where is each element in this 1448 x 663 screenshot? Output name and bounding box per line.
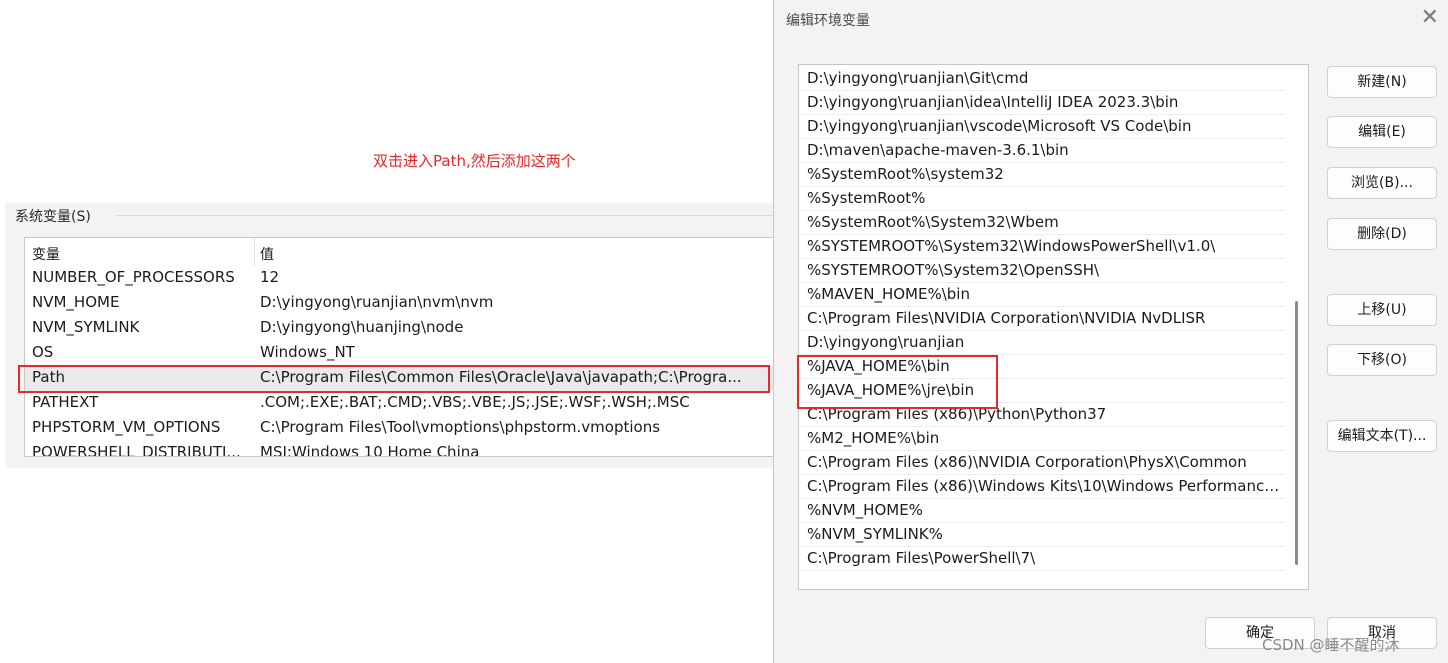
path-entry-text: %SystemRoot%\system32 — [807, 165, 1004, 183]
edit-text-button[interactable]: 编辑文本(T)... — [1327, 420, 1437, 452]
table-row[interactable]: NVM_SYMLINK D:\yingyong\huanjing\node — [25, 316, 775, 341]
list-scrollbar[interactable] — [1295, 301, 1298, 565]
list-item[interactable]: C:\Program Files (x86)\NVIDIA Corporatio… — [799, 451, 1285, 475]
column-header-variable[interactable]: 变量 — [32, 244, 60, 264]
path-entry-text: D:\yingyong\ruanjian\Git\cmd — [807, 69, 1029, 87]
java-home-entries-highlight — [797, 355, 998, 409]
variable-name: PATHEXT — [32, 393, 99, 411]
table-row[interactable]: OS Windows_NT — [25, 341, 775, 366]
move-up-button[interactable]: 上移(U) — [1327, 294, 1437, 326]
variable-value: D:\yingyong\huanjing\node — [260, 318, 464, 336]
path-entry-text: C:\Program Files\PowerShell\7\ — [807, 549, 1036, 567]
list-item[interactable]: D:\yingyong\ruanjian\Git\cmd — [799, 67, 1285, 91]
path-entries-list[interactable]: D:\yingyong\ruanjian\Git\cmd D:\yingyong… — [798, 64, 1309, 590]
path-row-highlight — [18, 365, 770, 393]
system-variables-label: 系统变量(S) — [15, 209, 91, 225]
column-header-value[interactable]: 值 — [260, 244, 274, 264]
variable-value: C:\Program Files\Tool\vmoptions\phpstorm… — [260, 418, 661, 436]
group-divider — [115, 215, 775, 216]
move-down-button[interactable]: 下移(O) — [1327, 344, 1437, 376]
browse-button[interactable]: 浏览(B)... — [1327, 167, 1437, 199]
path-entry-text: %SystemRoot%\System32\Wbem — [807, 213, 1059, 231]
path-entry-text: D:\yingyong\ruanjian — [807, 333, 965, 351]
list-item[interactable]: %NVM_HOME% — [799, 499, 1285, 523]
list-item[interactable]: %MAVEN_HOME%\bin — [799, 283, 1285, 307]
path-entry-text: %M2_HOME%\bin — [807, 429, 940, 447]
table-row[interactable]: PATHEXT .COM;.EXE;.BAT;.CMD;.VBS;.VBE;.JS… — [25, 391, 775, 416]
table-row[interactable]: PHPSTORM_VM_OPTIONS C:\Program Files\Tool… — [25, 416, 775, 441]
list-item[interactable]: %NVM_SYMLINK% — [799, 523, 1285, 547]
variable-name: NVM_HOME — [32, 293, 120, 311]
list-item[interactable]: %SystemRoot%\system32 — [799, 163, 1285, 187]
table-row[interactable]: NVM_HOME D:\yingyong\ruanjian\nvm\nvm — [25, 291, 775, 316]
path-entry-text: %NVM_SYMLINK% — [807, 525, 943, 543]
path-entry-text: D:\yingyong\ruanjian\vscode\Microsoft VS… — [807, 117, 1192, 135]
list-item[interactable]: D:\yingyong\ruanjian\idea\IntelliJ IDEA … — [799, 91, 1285, 115]
list-item[interactable]: %SYSTEMROOT%\System32\OpenSSH\ — [799, 259, 1285, 283]
variable-name: NVM_SYMLINK — [32, 318, 140, 336]
variable-name: PHPSTORM_VM_OPTIONS — [32, 418, 221, 436]
path-entry-text: D:\yingyong\ruanjian\idea\IntelliJ IDEA … — [807, 93, 1179, 111]
delete-button[interactable]: 删除(D) — [1327, 218, 1437, 250]
variable-name: POWERSHELL_DISTRIBUTI... — [32, 443, 241, 457]
variable-value: MSI:Windows 10 Home China — [260, 443, 480, 457]
list-item[interactable]: %SYSTEMROOT%\System32\WindowsPowerShell\… — [799, 235, 1285, 259]
path-entry-text: %NVM_HOME% — [807, 501, 923, 519]
edit-env-variable-dialog: 编辑环境变量 ✕ D:\yingyong\ruanjian\Git\cmd D:… — [773, 0, 1448, 663]
path-entry-text: %SYSTEMROOT%\System32\WindowsPowerShell\… — [807, 237, 1216, 255]
list-item[interactable]: C:\Program Files (x86)\Windows Kits\10\W… — [799, 475, 1285, 499]
list-item[interactable]: D:\maven\apache-maven-3.6.1\bin — [799, 139, 1285, 163]
list-item[interactable]: %M2_HOME%\bin — [799, 427, 1285, 451]
path-entry-text: C:\Program Files\NVIDIA Corporation\NVID… — [807, 309, 1206, 327]
list-item[interactable]: D:\yingyong\ruanjian\vscode\Microsoft VS… — [799, 115, 1285, 139]
table-row[interactable]: POWERSHELL_DISTRIBUTI... MSI:Windows 10 H… — [25, 441, 775, 457]
list-item[interactable]: %SystemRoot% — [799, 187, 1285, 211]
variable-value: D:\yingyong\ruanjian\nvm\nvm — [260, 293, 494, 311]
system-variables-panel: 系统变量(S) 变量 值 NUMBER_OF_PROCESSORS 12 NVM_… — [5, 203, 776, 468]
variable-value: Windows_NT — [260, 343, 355, 361]
list-item[interactable]: C:\Program Files\NVIDIA Corporation\NVID… — [799, 307, 1285, 331]
close-icon[interactable]: ✕ — [1421, 5, 1439, 30]
list-item[interactable]: C:\Program Files\PowerShell\7\ — [799, 547, 1285, 571]
edit-button[interactable]: 编辑(E) — [1327, 116, 1437, 148]
annotation-text: 双击进入Path,然后添加这两个 — [373, 152, 576, 170]
path-entry-text: %SYSTEMROOT%\System32\OpenSSH\ — [807, 261, 1100, 279]
path-entry-text: D:\maven\apache-maven-3.6.1\bin — [807, 141, 1069, 159]
list-item[interactable]: D:\yingyong\ruanjian — [799, 331, 1285, 355]
variable-name: OS — [32, 343, 54, 361]
table-row[interactable]: NUMBER_OF_PROCESSORS 12 — [25, 266, 775, 291]
path-entry-text: C:\Program Files (x86)\Windows Kits\10\W… — [807, 477, 1283, 495]
list-item[interactable]: %SystemRoot%\System32\Wbem — [799, 211, 1285, 235]
watermark: CSDN @睡不醒的沐 — [1262, 636, 1400, 654]
dialog-title: 编辑环境变量 — [786, 13, 870, 29]
path-entry-text: %SystemRoot% — [807, 189, 926, 207]
new-button[interactable]: 新建(N) — [1327, 66, 1437, 98]
path-entry-text: C:\Program Files (x86)\NVIDIA Corporatio… — [807, 453, 1247, 471]
variable-name: NUMBER_OF_PROCESSORS — [32, 268, 235, 286]
variable-value: 12 — [260, 268, 280, 286]
system-variables-table[interactable]: 变量 值 NUMBER_OF_PROCESSORS 12 NVM_HOME D:\y… — [24, 237, 776, 457]
column-separator[interactable] — [254, 238, 255, 266]
path-entry-text: %MAVEN_HOME%\bin — [807, 285, 970, 303]
table-header: 变量 值 — [25, 238, 775, 266]
variable-value: .COM;.EXE;.BAT;.CMD;.VBS;.VBE;.JS;.JSE;.… — [260, 393, 690, 411]
